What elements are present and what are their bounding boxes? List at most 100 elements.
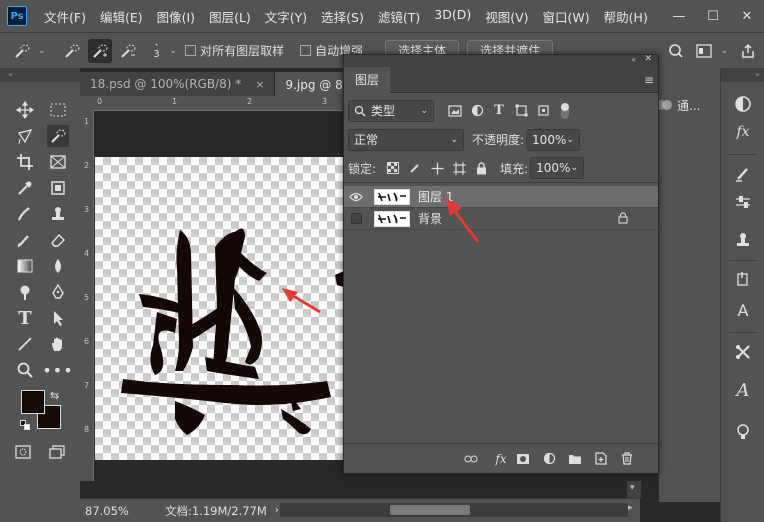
- lock-image-pixels-icon[interactable]: [404, 157, 426, 179]
- fill-field[interactable]: 100% ⌄: [530, 157, 585, 179]
- lock-all-icon[interactable]: [470, 157, 492, 179]
- pen-tool-icon[interactable]: [47, 281, 69, 303]
- screen-mode-icon[interactable]: [46, 441, 68, 463]
- menu-item-3[interactable]: 图层(L): [209, 7, 251, 26]
- panel-close-icon[interactable]: ✕: [644, 54, 652, 64]
- adjustments-icon[interactable]: [731, 92, 755, 116]
- dodge-tool-icon[interactable]: [14, 281, 36, 303]
- chevron-down-icon[interactable]: ⌄: [571, 163, 579, 173]
- type-layer-filter-icon[interactable]: T: [488, 100, 510, 122]
- learn-icon[interactable]: [731, 420, 755, 444]
- move-tool-icon[interactable]: [14, 99, 36, 121]
- blend-mode-dropdown[interactable]: 正常 ⌄: [348, 128, 464, 151]
- vertical-scroll-arrow[interactable]: ▾: [627, 481, 641, 498]
- maximize-button[interactable]: ☐: [696, 9, 730, 24]
- preset-chevron-icon[interactable]: ⌄: [38, 46, 46, 56]
- quick-selection-tool-icon[interactable]: [47, 125, 69, 147]
- menu-item-4[interactable]: 文字(Y): [265, 7, 307, 26]
- status-info-arrow-icon[interactable]: ›: [275, 505, 279, 516]
- brush-size-control[interactable]: • 3: [150, 42, 164, 60]
- line-tool-icon[interactable]: [14, 333, 36, 355]
- layer-row-background[interactable]: 背景: [344, 208, 658, 230]
- layer-row-layer-1[interactable]: 图层 1: [344, 186, 658, 208]
- more-tools-icon[interactable]: •••: [42, 359, 72, 381]
- menu-item-1[interactable]: 编辑(E): [100, 7, 143, 26]
- workspace-chevron-icon[interactable]: ⌄: [720, 46, 728, 56]
- new-adjustment-layer-icon[interactable]: [540, 450, 558, 468]
- workspace-switcher-icon[interactable]: [692, 39, 716, 63]
- subtract-from-selection-icon[interactable]: [116, 39, 140, 63]
- type-tool-icon[interactable]: T: [14, 307, 36, 329]
- add-layer-style-icon[interactable]: fx: [488, 450, 506, 468]
- add-layer-mask-icon[interactable]: [514, 450, 532, 468]
- brush-tool-icon[interactable]: [14, 229, 36, 251]
- filter-kind-dropdown[interactable]: 类型 ⌄: [348, 99, 434, 122]
- tools-panel-collapse-icon[interactable]: «: [0, 68, 80, 82]
- lasso-tool-icon[interactable]: [14, 125, 36, 147]
- new-group-icon[interactable]: [566, 450, 584, 468]
- opacity-field[interactable]: 100% ⌄: [526, 128, 581, 151]
- eyedropper-tool-icon[interactable]: [14, 177, 36, 199]
- new-layer-icon[interactable]: [592, 450, 610, 468]
- visibility-toggle-empty[interactable]: [344, 208, 368, 230]
- panel-collapse-icon[interactable]: «: [631, 55, 636, 64]
- gradient-tool-icon[interactable]: [14, 255, 36, 277]
- adjustment-layer-filter-icon[interactable]: [466, 100, 488, 122]
- default-colors-icon[interactable]: [20, 420, 30, 430]
- horizontal-scroll-thumb[interactable]: [390, 505, 470, 515]
- channels-panel-label[interactable]: 通...: [677, 97, 700, 114]
- tool-presets-icon[interactable]: [731, 340, 755, 364]
- frame-tool-icon[interactable]: [47, 151, 69, 173]
- close-tab-icon[interactable]: ×: [255, 78, 264, 91]
- document-tab-18-psd[interactable]: 18.psd @ 100%(RGB/8) * ×: [80, 72, 276, 96]
- path-selection-tool-icon[interactable]: [47, 307, 69, 329]
- blur-tool-icon[interactable]: [47, 255, 69, 277]
- swap-colors-icon[interactable]: ⇆: [50, 389, 59, 402]
- brush-size-chevron-icon[interactable]: ⌄: [170, 46, 178, 56]
- visibility-eye-icon[interactable]: [344, 186, 368, 208]
- hand-tool-icon[interactable]: [47, 333, 69, 355]
- foreground-color-swatch[interactable]: [21, 390, 45, 414]
- quick-mask-icon[interactable]: [12, 441, 34, 463]
- layer-name[interactable]: 背景: [418, 210, 442, 227]
- marquee-tool-icon[interactable]: [47, 99, 69, 121]
- chevron-down-icon[interactable]: ⌄: [567, 135, 575, 145]
- menu-item-0[interactable]: 文件(F): [44, 7, 86, 26]
- menu-item-2[interactable]: 图像(I): [157, 7, 195, 26]
- vertical-ruler[interactable]: 1 2 3 4 5 6 7 8: [80, 111, 94, 481]
- menu-item-10[interactable]: 帮助(H): [604, 7, 648, 26]
- link-layers-icon[interactable]: [462, 450, 480, 468]
- character-icon[interactable]: [731, 268, 755, 292]
- zoom-level[interactable]: 87.05%: [85, 504, 165, 518]
- eraser-tool-icon[interactable]: [47, 229, 69, 251]
- delete-layer-icon[interactable]: [618, 450, 636, 468]
- menu-item-5[interactable]: 选择(S): [321, 7, 364, 26]
- panel-menu-icon[interactable]: ≡: [644, 73, 654, 87]
- clone-source-icon[interactable]: [731, 228, 755, 252]
- tab-layers[interactable]: 图层: [344, 66, 391, 93]
- dock-collapse-icon[interactable]: »: [721, 68, 764, 82]
- lock-transparent-pixels-icon[interactable]: [382, 157, 404, 179]
- search-icon[interactable]: [664, 39, 688, 63]
- auto-enhance-checkbox[interactable]: [300, 45, 312, 56]
- lock-position-icon[interactable]: [426, 157, 448, 179]
- healing-brush-tool-icon[interactable]: [14, 203, 36, 225]
- menu-item-9[interactable]: 窗口(W): [543, 7, 590, 26]
- clone-stamp-tool-icon[interactable]: [47, 203, 69, 225]
- lock-artboard-icon[interactable]: [448, 157, 470, 179]
- zoom-tool-icon[interactable]: [14, 359, 36, 381]
- minimize-button[interactable]: —: [662, 9, 696, 24]
- glyphs-icon[interactable]: A: [731, 378, 755, 402]
- layer-lock-icon[interactable]: [618, 212, 628, 227]
- smart-object-filter-icon[interactable]: [532, 100, 554, 122]
- paragraph-styles-icon[interactable]: A: [731, 298, 755, 322]
- share-icon[interactable]: [736, 39, 760, 63]
- scroll-right-icon[interactable]: ▸: [628, 503, 640, 517]
- close-window-button[interactable]: ✕: [730, 9, 764, 24]
- menu-item-7[interactable]: 3D(D): [434, 7, 471, 26]
- shape-layer-filter-icon[interactable]: [510, 100, 532, 122]
- sample-all-layers-checkbox[interactable]: [185, 45, 197, 56]
- filter-toggle-switch[interactable]: [554, 100, 576, 122]
- menu-item-6[interactable]: 滤镜(T): [378, 7, 420, 26]
- brush-settings-icon[interactable]: [731, 162, 755, 186]
